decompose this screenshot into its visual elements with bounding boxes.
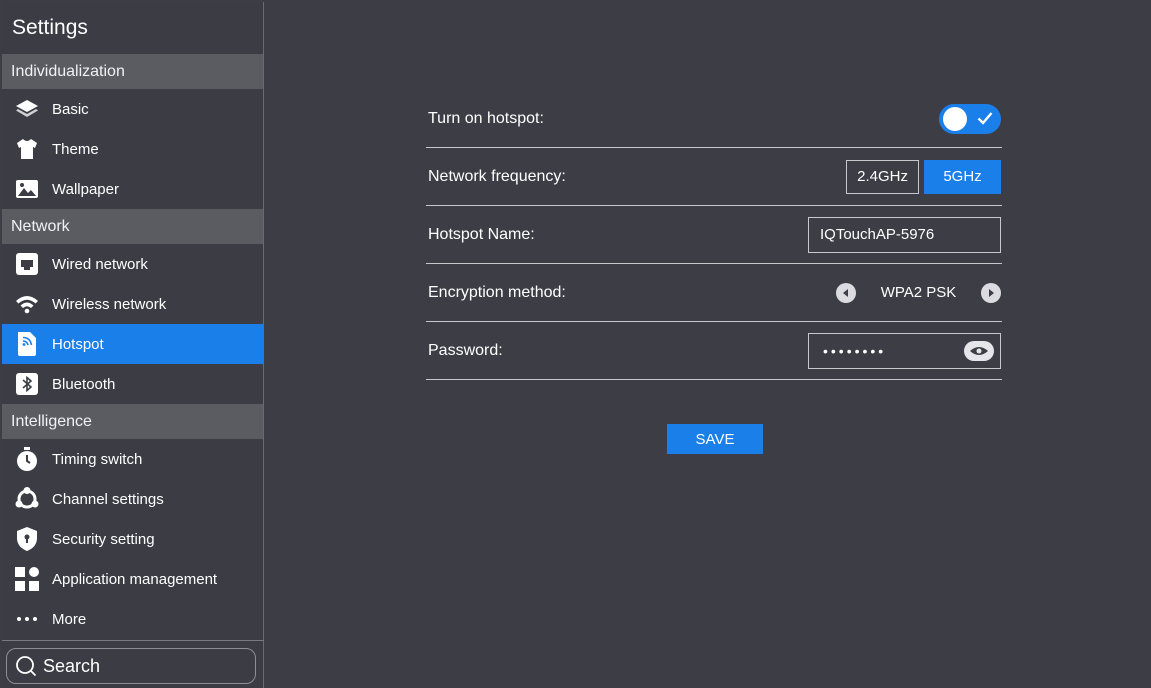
stopwatch-icon xyxy=(12,444,42,474)
row-turn-on-hotspot: Turn on hotspot: xyxy=(426,90,1002,148)
sidebar-item-label: Timing switch xyxy=(52,450,143,468)
hotspot-settings-panel: Turn on hotspot: Network frequency: 2.4G… xyxy=(266,0,1151,688)
sidebar-item-label: Wireless network xyxy=(52,295,167,313)
shield-icon xyxy=(12,524,42,554)
section-network: Network xyxy=(2,209,263,244)
sidebar-item-hotspot[interactable]: Hotspot xyxy=(2,324,263,364)
wifi-icon xyxy=(12,289,42,319)
sidebar-item-label: Security setting xyxy=(52,530,155,548)
password-mask: •••••••• xyxy=(823,342,887,359)
row-hotspot-name: Hotspot Name: xyxy=(426,206,1002,264)
row-encryption-method: Encryption method: WPA2 PSK xyxy=(426,264,1002,322)
check-icon xyxy=(977,111,993,125)
arrow-right-icon xyxy=(989,288,994,297)
section-individualization: Individualization xyxy=(2,54,263,89)
sidebar-item-wired-network[interactable]: Wired network xyxy=(2,244,263,284)
sidebar-item-wallpaper[interactable]: Wallpaper xyxy=(2,169,263,209)
channels-icon xyxy=(12,484,42,514)
encryption-value: WPA2 PSK xyxy=(880,284,957,301)
sidebar-item-basic[interactable]: Basic xyxy=(2,89,263,129)
hotspot-toggle[interactable] xyxy=(939,103,1001,134)
encryption-prev-button[interactable] xyxy=(836,282,856,303)
layers-icon xyxy=(12,94,42,124)
frequency-selector: 2.4GHz 5GHz xyxy=(846,159,1001,194)
sidebar-item-application-management[interactable]: Application management xyxy=(2,559,263,599)
show-password-button[interactable] xyxy=(964,340,994,361)
ethernet-icon xyxy=(12,249,42,279)
save-button[interactable]: SAVE xyxy=(667,424,763,454)
section-intelligence: Intelligence xyxy=(2,404,263,439)
sidebar-item-timing-switch[interactable]: Timing switch xyxy=(2,439,263,479)
hotspot-name-label: Hotspot Name: xyxy=(428,225,535,243)
hotspot-name-field[interactable] xyxy=(808,216,1001,253)
frequency-2-4ghz-button[interactable]: 2.4GHz xyxy=(846,159,919,194)
apps-icon xyxy=(12,564,42,594)
settings-sidebar: Settings Individualization Basic Theme W… xyxy=(2,2,264,688)
sidebar-item-label: Basic xyxy=(52,100,89,118)
picture-icon xyxy=(12,174,42,204)
tshirt-icon xyxy=(12,134,42,164)
sidebar-item-channel-settings[interactable]: Channel settings xyxy=(2,479,263,519)
sidebar-item-theme[interactable]: Theme xyxy=(2,129,263,169)
turn-on-hotspot-label: Turn on hotspot: xyxy=(428,109,544,127)
sidebar-item-bluetooth[interactable]: Bluetooth xyxy=(2,364,263,404)
arrow-left-icon xyxy=(843,288,848,297)
sidebar-item-wireless-network[interactable]: Wireless network xyxy=(2,284,263,324)
password-label: Password: xyxy=(428,341,503,359)
sidebar-item-label: More xyxy=(52,610,87,628)
frequency-5ghz-button[interactable]: 5GHz xyxy=(924,159,1001,194)
toggle-knob xyxy=(943,106,967,131)
row-password: Password: •••••••• xyxy=(426,322,1002,380)
sidebar-item-label: Channel settings xyxy=(52,490,164,508)
sidebar-item-label: Wallpaper xyxy=(52,180,119,198)
sidebar-item-more[interactable]: More xyxy=(2,599,263,639)
search-placeholder: Search xyxy=(43,655,101,676)
sidebar-item-label: Bluetooth xyxy=(52,375,116,393)
sidebar-title: Settings xyxy=(12,16,88,39)
search-input[interactable]: Search xyxy=(6,648,256,684)
encryption-selector: WPA2 PSK xyxy=(836,282,1001,303)
network-frequency-label: Network frequency: xyxy=(428,167,566,185)
encryption-method-label: Encryption method: xyxy=(428,283,566,301)
row-network-frequency: Network frequency: 2.4GHz 5GHz xyxy=(426,148,1002,206)
sidebar-item-label: Hotspot xyxy=(52,335,104,353)
hotspot-icon xyxy=(12,329,42,359)
password-field[interactable]: •••••••• xyxy=(808,332,1001,369)
sidebar-item-label: Theme xyxy=(52,140,99,158)
bluetooth-icon xyxy=(12,369,42,399)
sidebar-item-label: Wired network xyxy=(52,255,148,273)
sidebar-item-security-setting[interactable]: Security setting xyxy=(2,519,263,559)
search-icon xyxy=(16,656,37,677)
encryption-next-button[interactable] xyxy=(981,282,1001,303)
more-dots-icon xyxy=(12,604,42,634)
sidebar-divider xyxy=(2,640,264,641)
sidebar-item-label: Application management xyxy=(52,570,218,588)
eye-icon xyxy=(970,346,988,355)
